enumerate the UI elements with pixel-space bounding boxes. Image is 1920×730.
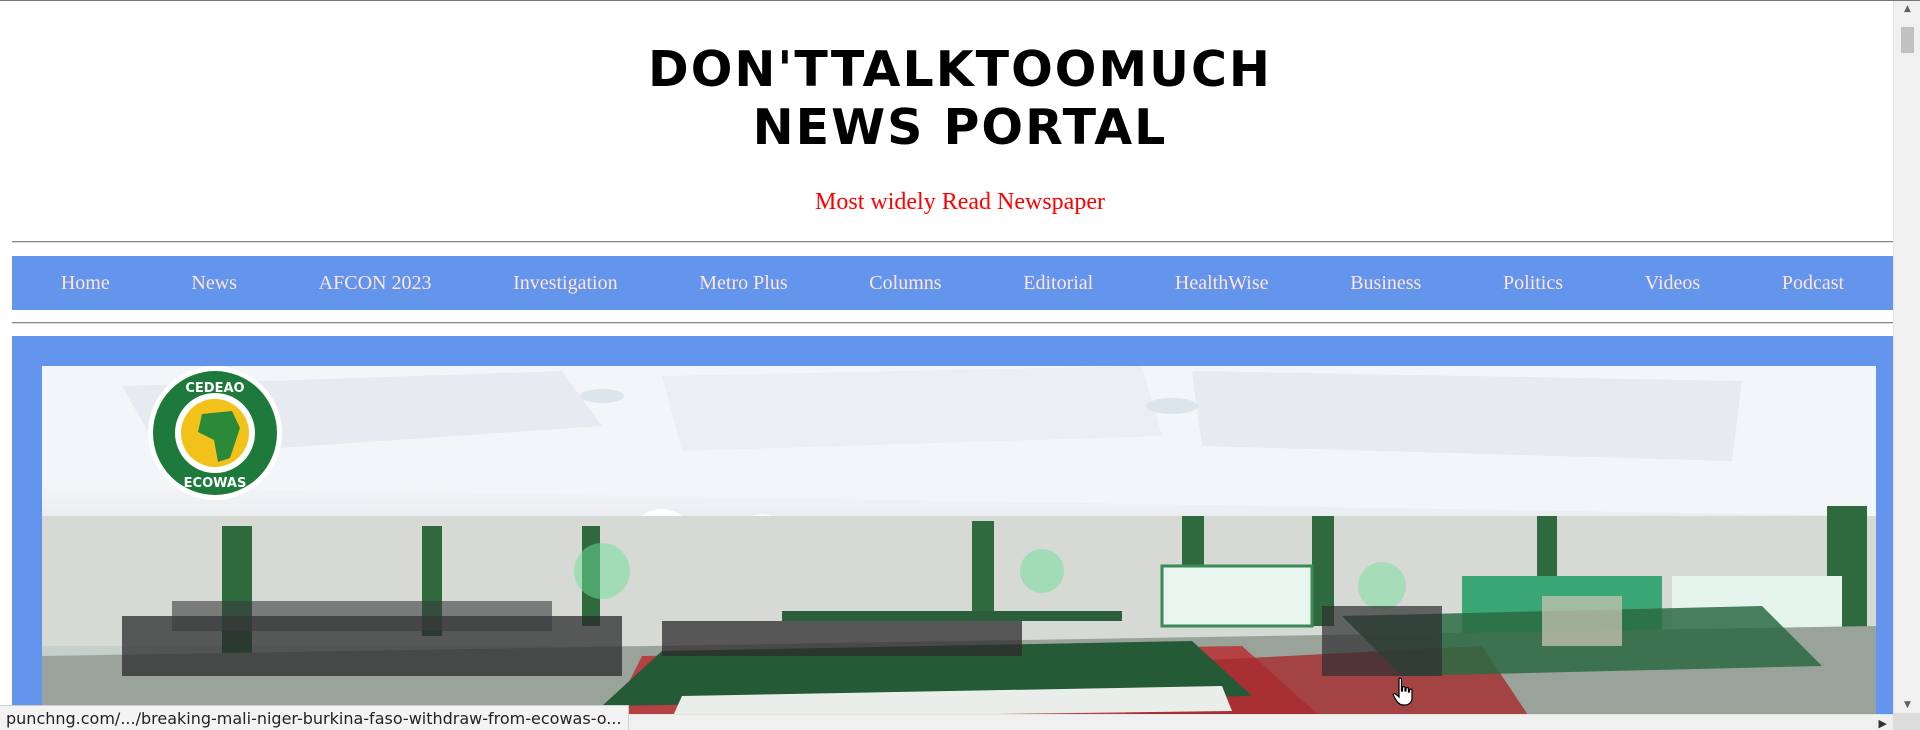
hand-pointer-icon — [1392, 677, 1413, 706]
triangle-right-icon[interactable]: ▶ — [1879, 715, 1887, 730]
nav-item-afcon-2023[interactable]: AFCON 2023 — [319, 272, 432, 295]
site-title: DON'TTALKTOOMUCH NEWS PORTAL — [0, 41, 1893, 157]
site-title-line1: DON'TTALKTOOMUCH — [648, 41, 1272, 98]
hero-frame: 49 — [12, 336, 1893, 730]
nav-item-editorial[interactable]: Editorial — [1023, 272, 1093, 295]
browser-viewport: DON'TTALKTOOMUCH NEWS PORTAL Most widely… — [0, 0, 1920, 730]
page-content: DON'TTALKTOOMUCH NEWS PORTAL Most widely… — [0, 1, 1893, 730]
nav-item-news[interactable]: News — [191, 272, 237, 295]
ecowas-logo: CEDEAO ECOWAS — [148, 366, 282, 500]
header-divider — [12, 241, 1893, 243]
nav-item-columns[interactable]: Columns — [869, 272, 941, 295]
hero-photo-ecowas-summit: 49 — [42, 366, 1876, 730]
triangle-down-icon[interactable]: ▼ — [1894, 697, 1920, 714]
hero-image[interactable]: 49 — [42, 366, 1876, 730]
scrollbar-thumb[interactable] — [1901, 27, 1914, 53]
vertical-scrollbar[interactable]: ▲ ▼ — [1893, 1, 1920, 714]
nav-item-healthwise[interactable]: HealthWise — [1175, 272, 1269, 295]
nav-divider — [12, 322, 1893, 324]
nav-item-politics[interactable]: Politics — [1503, 272, 1563, 295]
nav-item-home[interactable]: Home — [61, 272, 110, 295]
nav-item-investigation[interactable]: Investigation — [513, 272, 617, 295]
status-bar-url: punchng.com/.../breaking-mali-niger-burk… — [0, 705, 629, 730]
nav-item-podcast[interactable]: Podcast — [1782, 272, 1844, 295]
main-nav: Home News AFCON 2023 Investigation Metro… — [12, 256, 1893, 310]
logo-top-text: CEDEAO — [185, 381, 244, 396]
logo-bottom-text: ECOWAS — [184, 476, 247, 491]
triangle-up-icon[interactable]: ▲ — [1894, 1, 1920, 18]
nav-item-videos[interactable]: Videos — [1645, 272, 1700, 295]
scrollbar-corner — [1893, 713, 1920, 730]
site-tagline: Most widely Read Newspaper — [815, 189, 1105, 215]
nav-item-metro-plus[interactable]: Metro Plus — [699, 272, 787, 295]
nav-item-business[interactable]: Business — [1350, 272, 1421, 295]
site-title-line2: NEWS PORTAL — [752, 99, 1168, 156]
